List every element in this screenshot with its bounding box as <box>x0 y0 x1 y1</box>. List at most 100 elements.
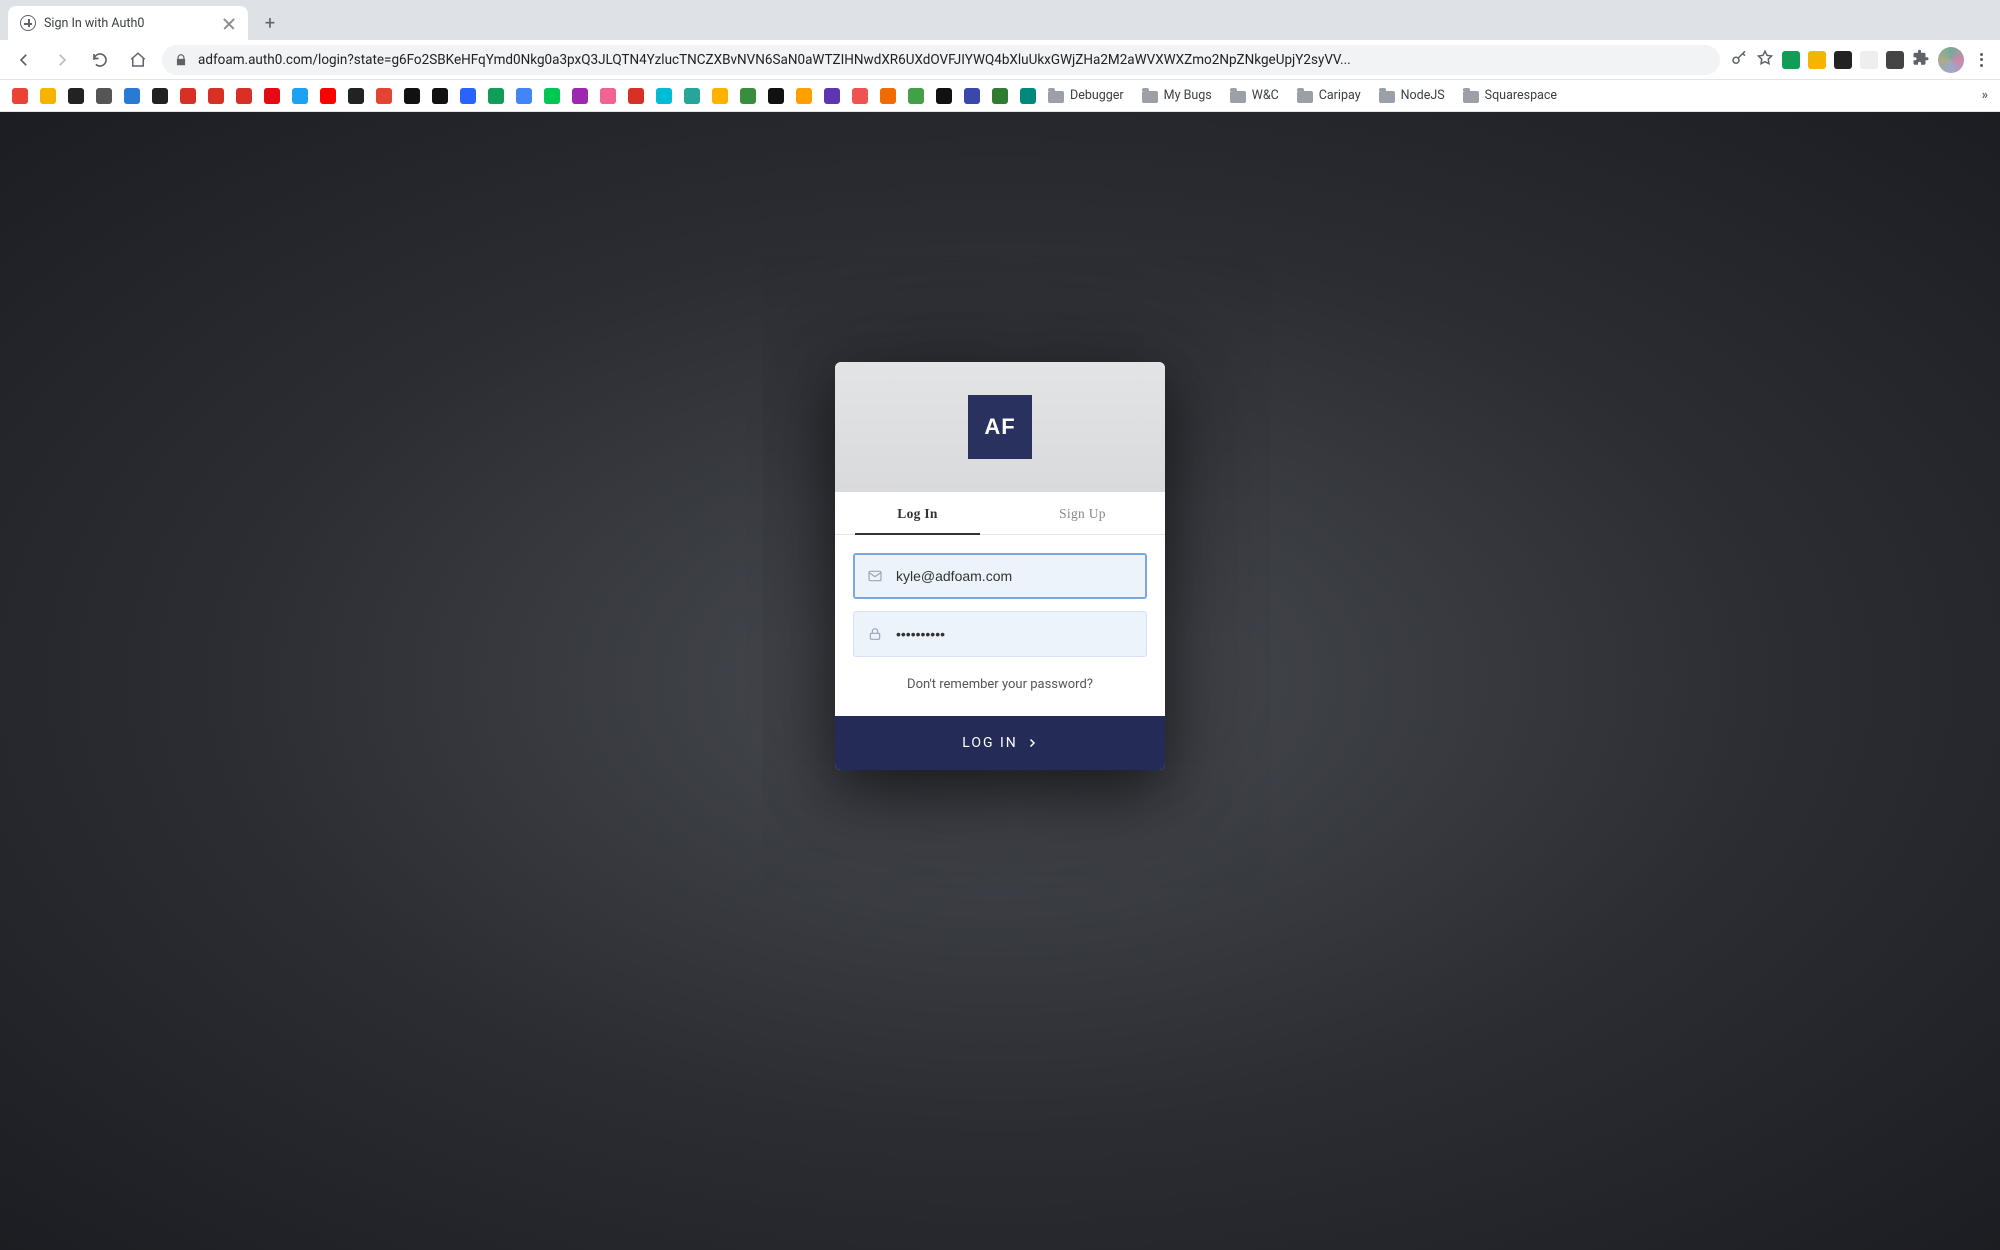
back-button[interactable] <box>10 46 38 74</box>
tab-signup[interactable]: Sign Up <box>1000 492 1165 534</box>
address-bar[interactable]: adfoam.auth0.com/login?state=g6Fo2SBKeHF… <box>162 45 1720 75</box>
bookmark-item[interactable] <box>348 88 364 104</box>
bookmark-item[interactable] <box>1020 88 1036 104</box>
bookmark-item[interactable] <box>684 88 700 104</box>
bookmarks-overflow-icon[interactable]: » <box>1982 88 1988 103</box>
browser-chrome: Sign In with Auth0 + adfoam.auth0.com/lo… <box>0 0 2000 112</box>
extension-icons <box>1782 51 1904 69</box>
bookmark-icon-group <box>12 88 1036 104</box>
auth-card: AF Log In Sign Up Don't remember your pa… <box>835 362 1165 770</box>
bookmark-folder[interactable]: NodeJS <box>1379 88 1445 103</box>
bookmark-item[interactable] <box>768 88 784 104</box>
bookmark-item[interactable] <box>236 88 252 104</box>
bookmark-folder-label: W&C <box>1252 88 1279 103</box>
tab-strip: Sign In with Auth0 + <box>0 0 2000 40</box>
bookmark-folder[interactable]: Squarespace <box>1463 88 1557 103</box>
bookmark-item[interactable] <box>740 88 756 104</box>
bookmark-item[interactable] <box>572 88 588 104</box>
forgot-password-link[interactable]: Don't remember your password? <box>853 669 1147 708</box>
login-button-label: LOG IN <box>962 735 1018 751</box>
bookmark-item[interactable] <box>628 88 644 104</box>
bookmarks-bar: Debugger My Bugs W&C Caripay NodeJS Squarespa… <box>0 80 2000 112</box>
browser-tab[interactable]: Sign In with Auth0 <box>8 6 248 40</box>
bookmark-folder-label: My Bugs <box>1164 88 1212 103</box>
forward-button[interactable] <box>48 46 76 74</box>
bookmark-item[interactable] <box>824 88 840 104</box>
bookmark-item[interactable] <box>180 88 196 104</box>
new-tab-button[interactable]: + <box>256 9 284 37</box>
auth-tabs: Log In Sign Up <box>835 492 1165 535</box>
bookmark-item[interactable] <box>908 88 924 104</box>
bookmark-item[interactable] <box>124 88 140 104</box>
browser-toolbar: adfoam.auth0.com/login?state=g6Fo2SBKeHF… <box>0 40 2000 80</box>
auth-header: AF <box>835 362 1165 492</box>
bookmark-folder[interactable]: W&C <box>1230 88 1279 103</box>
page-body: AF Log In Sign Up Don't remember your pa… <box>0 112 2000 1250</box>
bookmark-item[interactable] <box>376 88 392 104</box>
extensions-puzzle-icon[interactable] <box>1912 49 1930 71</box>
bookmark-star-icon[interactable] <box>1756 49 1774 71</box>
bookmark-item[interactable] <box>320 88 336 104</box>
bookmark-item[interactable] <box>992 88 1008 104</box>
extension-icon[interactable] <box>1834 51 1852 69</box>
home-button[interactable] <box>124 46 152 74</box>
bookmark-item[interactable] <box>12 88 28 104</box>
bookmark-item[interactable] <box>432 88 448 104</box>
login-submit-button[interactable]: LOG IN <box>835 716 1165 770</box>
bookmark-folder[interactable]: Debugger <box>1048 88 1124 103</box>
bookmark-item[interactable] <box>152 88 168 104</box>
bookmark-item[interactable] <box>656 88 672 104</box>
folder-icon <box>1142 91 1158 103</box>
extension-icon[interactable] <box>1860 51 1878 69</box>
bookmark-folder[interactable]: Caripay <box>1297 88 1361 103</box>
profile-avatar[interactable] <box>1938 47 1964 73</box>
extension-icon[interactable] <box>1808 51 1826 69</box>
reload-button[interactable] <box>86 46 114 74</box>
bookmark-item[interactable] <box>488 88 504 104</box>
tab-login[interactable]: Log In <box>835 492 1000 534</box>
chevron-right-icon <box>1026 737 1038 749</box>
email-field-wrapper[interactable] <box>853 553 1147 599</box>
bookmark-folder-group: Debugger My Bugs W&C Caripay NodeJS Squarespa… <box>1048 88 1557 103</box>
bookmark-folder[interactable]: My Bugs <box>1142 88 1212 103</box>
folder-icon <box>1297 91 1313 103</box>
email-icon <box>866 567 884 585</box>
folder-icon <box>1463 91 1479 103</box>
bookmark-item[interactable] <box>964 88 980 104</box>
bookmark-item[interactable] <box>600 88 616 104</box>
bookmark-item[interactable] <box>936 88 952 104</box>
extension-icon[interactable] <box>1886 51 1904 69</box>
password-lock-icon <box>866 625 884 643</box>
bookmark-item[interactable] <box>292 88 308 104</box>
bookmark-item[interactable] <box>880 88 896 104</box>
bookmark-item[interactable] <box>516 88 532 104</box>
bookmark-item[interactable] <box>68 88 84 104</box>
password-input[interactable] <box>896 626 1134 642</box>
bookmark-item[interactable] <box>404 88 420 104</box>
extension-icon[interactable] <box>1782 51 1800 69</box>
browser-menu-icon[interactable] <box>1972 51 1990 69</box>
url-text: adfoam.auth0.com/login?state=g6Fo2SBKeHF… <box>198 52 1708 68</box>
bookmark-item[interactable] <box>712 88 728 104</box>
lock-icon <box>174 53 188 67</box>
bookmark-item[interactable] <box>40 88 56 104</box>
bookmark-item[interactable] <box>460 88 476 104</box>
password-field-wrapper[interactable] <box>853 611 1147 657</box>
bookmark-item[interactable] <box>264 88 280 104</box>
bookmark-item[interactable] <box>544 88 560 104</box>
bookmark-item[interactable] <box>96 88 112 104</box>
folder-icon <box>1379 91 1395 103</box>
email-input[interactable] <box>896 568 1134 584</box>
folder-icon <box>1048 91 1064 103</box>
bookmark-item[interactable] <box>796 88 812 104</box>
bookmark-folder-label: Debugger <box>1070 88 1124 103</box>
bookmark-item[interactable] <box>852 88 868 104</box>
toolbar-right <box>1730 47 1990 73</box>
brand-logo: AF <box>968 395 1032 459</box>
globe-icon <box>20 15 36 31</box>
close-tab-icon[interactable] <box>222 16 236 30</box>
folder-icon <box>1230 91 1246 103</box>
bookmark-folder-label: NodeJS <box>1401 88 1445 103</box>
bookmark-item[interactable] <box>208 88 224 104</box>
key-icon[interactable] <box>1730 49 1748 71</box>
